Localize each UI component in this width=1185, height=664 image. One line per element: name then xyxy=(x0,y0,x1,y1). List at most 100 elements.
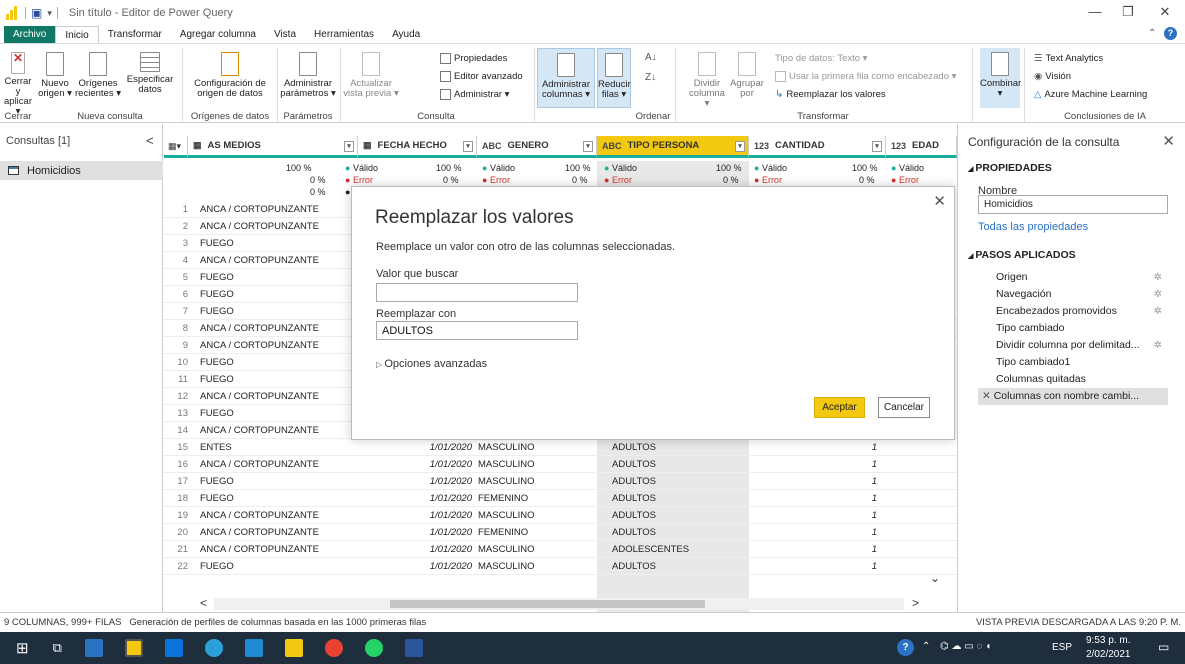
cell-medios[interactable]: ANCA / CORTOPUNZANTE xyxy=(200,340,319,351)
reemplazar-valores-button[interactable]: ↳ Reemplazar los valores xyxy=(775,89,886,100)
col-header-medios[interactable]: ▦ AS MEDIOS ▾ xyxy=(188,136,358,158)
restore-icon[interactable]: ❐ xyxy=(1113,4,1143,20)
notifications-icon[interactable]: ▭ xyxy=(1158,640,1169,654)
power-bi-taskbar-icon[interactable] xyxy=(284,639,303,657)
find-value-input[interactable] xyxy=(376,283,578,302)
cell-medios[interactable]: FUEGO xyxy=(200,238,234,249)
query-name-input[interactable]: Homicidios xyxy=(978,195,1168,214)
cell-fecha[interactable]: 1/01/2020 xyxy=(358,561,472,572)
tab-archivo[interactable]: Archivo xyxy=(4,26,56,43)
cell-medios[interactable]: FUEGO xyxy=(200,357,234,368)
cell-fecha[interactable]: 1/01/2020 xyxy=(358,459,472,470)
windows-start-icon[interactable]: ⊞ xyxy=(16,639,29,657)
step-item[interactable]: Encabezados promovidos ✲ xyxy=(978,303,1168,320)
cell-medios[interactable]: ANCA / CORTOPUNZANTE xyxy=(200,204,319,215)
cell-tipo[interactable]: ADULTOS xyxy=(612,527,656,538)
properties-section[interactable]: ◢ PROPIEDADES xyxy=(968,162,1052,174)
cell-tipo[interactable]: ADULTOS xyxy=(612,493,656,504)
cell-fecha[interactable]: 1/01/2020 xyxy=(358,493,472,504)
network-icon[interactable]: ⌬ ☁ ▭ ◌ ◖ xyxy=(940,641,991,652)
cell-tipo[interactable]: ADULTOS xyxy=(612,561,656,572)
gear-icon[interactable]: ✲ xyxy=(1154,303,1162,320)
administrar-columnas-button[interactable]: Administrar columnas ▾ xyxy=(537,48,595,108)
cell-fecha[interactable]: 1/01/2020 xyxy=(358,527,472,538)
col-header-genero[interactable]: ABC GENERO ▾ xyxy=(477,136,597,158)
task-view-icon[interactable]: ⧉ xyxy=(53,640,62,656)
cell-tipo[interactable]: ADULTOS xyxy=(612,476,656,487)
cell-tipo[interactable]: ADULTOS xyxy=(612,459,656,470)
cell-cantidad[interactable]: 1 xyxy=(749,459,877,470)
step-item[interactable]: Tipo cambiado1 xyxy=(978,354,1168,371)
step-item[interactable]: Tipo cambiado xyxy=(978,320,1168,337)
cell-medios[interactable]: FUEGO xyxy=(200,561,234,572)
cell-medios[interactable]: FUEGO xyxy=(200,272,234,283)
tab-transformar[interactable]: Transformar xyxy=(99,26,171,43)
tipo-datos-dropdown[interactable]: Tipo de datos: Texto ▾ xyxy=(775,53,867,64)
cell-medios[interactable]: ANCA / CORTOPUNZANTE xyxy=(200,544,319,555)
column-filter-icon[interactable]: ▾ xyxy=(872,141,882,152)
cell-fecha[interactable]: 1/01/2020 xyxy=(358,544,472,555)
tab-herramientas[interactable]: Herramientas xyxy=(305,26,383,43)
column-filter-icon[interactable]: ▾ xyxy=(583,141,593,152)
minimize-icon[interactable]: — xyxy=(1080,4,1110,19)
administrar-button[interactable]: Administrar ▾ xyxy=(440,89,509,100)
collapse-ribbon-icon[interactable]: ⌃ xyxy=(1148,28,1156,39)
cell-fecha[interactable]: 1/01/2020 xyxy=(358,476,472,487)
cell-tipo[interactable]: ADULTOS xyxy=(612,510,656,521)
cell-medios[interactable]: ANCA / CORTOPUNZANTE xyxy=(200,510,319,521)
scroll-down-icon[interactable]: ⌄ xyxy=(930,571,940,585)
close-settings-icon[interactable]: ✕ xyxy=(1162,132,1175,150)
cell-medios[interactable]: FUEGO xyxy=(200,493,234,504)
clock-date[interactable]: 2/02/2021 xyxy=(1086,649,1131,660)
actualizar-vista-button[interactable]: Actualizar vista previa ▾ xyxy=(341,52,401,99)
word-icon[interactable] xyxy=(404,639,423,657)
cell-fecha[interactable]: 1/01/2020 xyxy=(358,442,472,453)
advanced-options-toggle[interactable]: ▷ Opciones avanzadas xyxy=(376,358,487,370)
tab-vista[interactable]: Vista xyxy=(265,26,305,43)
origenes-recientes-button[interactable]: Orígenes recientes ▾ xyxy=(74,52,122,99)
text-analytics-button[interactable]: ☰ Text Analytics xyxy=(1034,53,1103,64)
cell-medios[interactable]: ANCA / CORTOPUNZANTE xyxy=(200,425,319,436)
tab-inicio[interactable]: Inicio xyxy=(55,26,99,43)
store-icon[interactable] xyxy=(124,639,143,657)
cell-cantidad[interactable]: 1 xyxy=(749,527,877,538)
dividir-columna-button[interactable]: Dividir columna ▾ xyxy=(688,52,726,109)
cell-medios[interactable]: ANCA / CORTOPUNZANTE xyxy=(200,323,319,334)
applied-steps-section[interactable]: ◢ PASOS APLICADOS xyxy=(968,249,1076,261)
cell-genero[interactable]: MASCULINO xyxy=(478,459,534,470)
quick-access-dropdown-icon[interactable]: ▾ xyxy=(47,8,52,19)
cell-genero[interactable]: MASCULINO xyxy=(478,442,534,453)
vision-button[interactable]: ◉ Visión xyxy=(1034,71,1071,82)
help-icon[interactable]: ? xyxy=(1164,27,1177,40)
cell-cantidad[interactable]: 1 xyxy=(749,476,877,487)
cell-medios[interactable]: ANCA / CORTOPUNZANTE xyxy=(200,527,319,538)
step-item-current[interactable]: ✕ Columnas con nombre cambi... xyxy=(978,388,1168,405)
delete-step-icon[interactable]: ✕ xyxy=(982,390,994,402)
sort-descending-icon[interactable]: Z↓ xyxy=(645,72,656,83)
cell-genero[interactable]: MASCULINO xyxy=(478,544,534,555)
horizontal-scrollbar[interactable] xyxy=(214,598,904,610)
save-icon[interactable]: ▣ xyxy=(31,6,42,20)
reducir-filas-button[interactable]: Reducir filas ▾ xyxy=(597,48,631,108)
cell-cantidad[interactable]: 1 xyxy=(749,561,877,572)
gear-icon[interactable]: ✲ xyxy=(1154,269,1162,286)
cell-genero[interactable]: FEMENINO xyxy=(478,527,528,538)
cell-medios[interactable]: ANCA / CORTOPUNZANTE xyxy=(200,255,319,266)
propiedades-button[interactable]: Propiedades xyxy=(440,53,507,64)
cerrar-aplicar-button[interactable]: ✕ Cerrar y aplicar ▾ xyxy=(2,52,34,117)
clock-time[interactable]: 9:53 p. m. xyxy=(1086,635,1130,646)
dialog-close-icon[interactable]: ✕ xyxy=(933,192,946,210)
column-filter-icon[interactable]: ▾ xyxy=(463,141,473,152)
cell-genero[interactable]: MASCULINO xyxy=(478,510,534,521)
especificar-datos-button[interactable]: Especificar datos xyxy=(126,52,174,95)
cell-cantidad[interactable]: 1 xyxy=(749,442,877,453)
all-properties-link[interactable]: Todas las propiedades xyxy=(978,221,1088,233)
cell-medios[interactable]: FUEGO xyxy=(200,476,234,487)
col-header-edad[interactable]: 123 EDAD xyxy=(886,136,957,158)
language-indicator[interactable]: ESP xyxy=(1052,642,1072,653)
cell-medios[interactable]: ANCA / CORTOPUNZANTE xyxy=(200,391,319,402)
vscode-icon[interactable] xyxy=(244,639,263,657)
cell-medios[interactable]: FUEGO xyxy=(200,374,234,385)
scroll-left-icon[interactable]: < xyxy=(200,596,207,610)
horizontal-scroll-thumb[interactable] xyxy=(390,600,705,608)
